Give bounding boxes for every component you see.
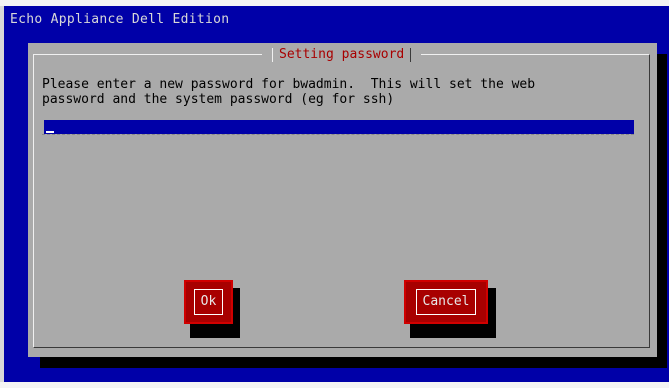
text-cursor [46, 131, 54, 133]
cancel-button-label: Cancel [415, 289, 477, 315]
dialog-prompt: Please enter a new password for bwadmin.… [42, 77, 536, 107]
title-right-divider [410, 47, 412, 62]
title-left-divider [272, 47, 273, 62]
dialog-title-container: Setting password [262, 47, 422, 62]
password-dialog: Setting password Please enter a new pass… [28, 43, 657, 357]
password-input[interactable] [44, 120, 634, 134]
cancel-button[interactable]: Cancel [404, 280, 488, 324]
ok-button[interactable]: Ok [184, 280, 233, 324]
backtitle: Echo Appliance Dell Edition [10, 12, 230, 27]
dialog-title: Setting password [279, 47, 405, 62]
console-screen: Echo Appliance Dell Edition Setting pass… [0, 6, 669, 382]
ok-button-label: Ok [193, 289, 224, 315]
input-underline [42, 134, 634, 135]
